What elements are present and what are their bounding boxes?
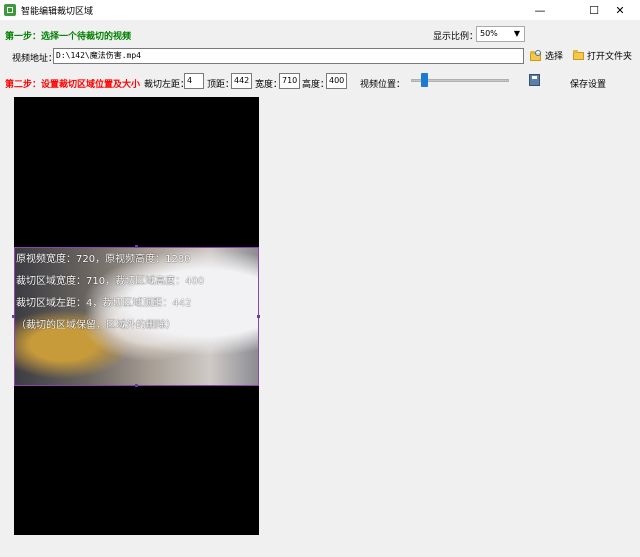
video-position-slider-thumb[interactable] — [421, 73, 428, 87]
crop-top-label: 顶距： — [207, 80, 235, 90]
select-button[interactable]: 选择 — [530, 49, 563, 62]
save-icon — [529, 74, 540, 86]
crop-height-input[interactable]: 400 — [326, 73, 347, 89]
crop-top-input[interactable]: 442 — [231, 73, 252, 89]
ratio-select-value: 50% — [480, 29, 498, 38]
chevron-down-icon: ▼ — [513, 29, 520, 38]
crop-handle-left[interactable] — [12, 315, 15, 318]
crop-width-label: 宽度： — [255, 80, 283, 90]
crop-left-input[interactable]: 4 — [184, 73, 204, 89]
overlay-original-size: 原视频宽度：720，原视频高度：1280 — [16, 254, 191, 265]
crop-handle-right[interactable] — [257, 315, 260, 318]
open-folder-button[interactable]: 打开文件夹 — [573, 49, 632, 62]
crop-left-label: 裁切左距： — [144, 80, 190, 90]
crop-handle-top[interactable] — [135, 245, 138, 248]
step2-label: 第二步：设置裁切区域位置及大小 — [5, 80, 141, 90]
close-button[interactable]: ✕ — [600, 0, 640, 20]
overlay-crop-size: 裁切区域宽度：710，裁切区域高度：400 — [16, 276, 205, 287]
open-folder-button-label: 打开文件夹 — [587, 52, 633, 62]
overlay-crop-note: （裁切的区域保留，区域外的删除） — [16, 320, 176, 331]
overlay-crop-offset: 裁切区域左距：4，裁切区域顶距：442 — [16, 298, 192, 309]
ratio-label: 显示比例： — [433, 32, 479, 42]
crop-handle-bottom[interactable] — [135, 384, 138, 387]
video-position-label: 视频位置： — [360, 80, 406, 90]
app-icon — [4, 4, 16, 16]
magnifier-folder-icon — [530, 49, 542, 62]
step1-label: 第一步：选择一个待裁切的视频 — [5, 32, 132, 42]
video-path-label: 视频地址： — [12, 54, 58, 64]
ratio-select[interactable]: 50% ▼ — [476, 26, 525, 42]
crop-width-input[interactable]: 710 — [279, 73, 300, 89]
folder-icon — [573, 49, 584, 60]
crop-height-label: 高度： — [302, 80, 330, 90]
save-settings-button[interactable]: 保存设置 — [570, 77, 606, 90]
select-button-label: 选择 — [545, 52, 564, 62]
video-path-input[interactable]: D:\142\魔法伤害.mp4 — [53, 48, 524, 64]
window-title: 智能编辑裁切区域 — [21, 7, 94, 17]
minimize-button[interactable]: — — [520, 0, 560, 20]
